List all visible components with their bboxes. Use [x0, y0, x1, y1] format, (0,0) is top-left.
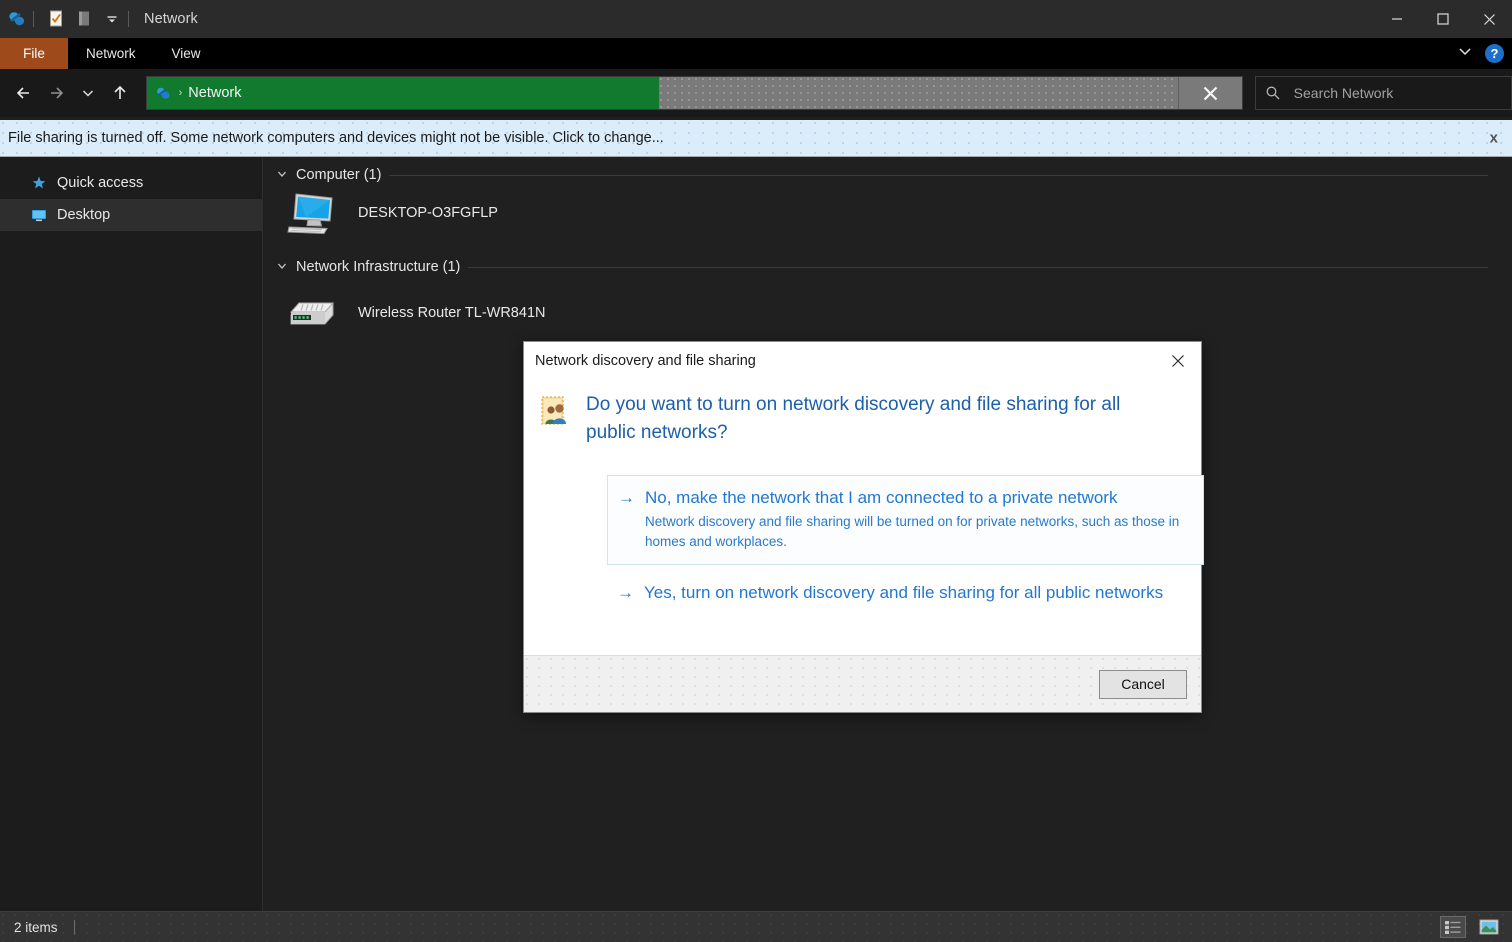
status-bar: 2 items: [0, 911, 1512, 942]
network-discovery-dialog: Network discovery and file sharing Do yo…: [523, 341, 1204, 713]
desktop-icon: [30, 206, 48, 224]
group-header-rule: [389, 174, 1488, 176]
notification-text: File sharing is turned off. Some network…: [8, 130, 664, 146]
list-item[interactable]: DESKTOP-O3FGFLP: [284, 189, 1512, 237]
search-icon: [1260, 85, 1286, 101]
breadcrumb[interactable]: Network: [188, 85, 241, 101]
details-view-icon[interactable]: [1440, 916, 1466, 938]
group-header-label: Computer (1): [296, 167, 382, 183]
sidebar-item-desktop[interactable]: Desktop: [0, 199, 262, 231]
option-description: Network discovery and file sharing will …: [645, 514, 1180, 549]
close-icon[interactable]: [1466, 0, 1512, 38]
sidebar-item-label: Quick access: [57, 175, 144, 191]
arrow-left-icon[interactable]: [8, 77, 40, 109]
item-count-label: 2 items: [14, 919, 58, 935]
window-titlebar: Network: [0, 0, 1512, 38]
group-header-computer[interactable]: Computer (1): [276, 167, 1512, 183]
option-title: No, make the network that I am connected…: [645, 488, 1118, 507]
sidebar-item-quick-access[interactable]: Quick access: [0, 167, 262, 199]
tab-view[interactable]: View: [154, 38, 219, 69]
network-icon[interactable]: [6, 8, 28, 30]
arrow-right-icon: →: [618, 488, 635, 507]
ribbon-right-controls: ?: [1457, 38, 1504, 69]
address-empty-track: [658, 77, 1178, 109]
dialog-question-row: Do you want to turn on network discovery…: [540, 391, 1185, 447]
properties-icon[interactable]: [45, 8, 67, 30]
search-placeholder: Search Network: [1293, 85, 1394, 101]
new-folder-icon[interactable]: [73, 8, 95, 30]
option-title: Yes, turn on network discovery and file …: [644, 583, 1164, 602]
list-item[interactable]: Wireless Router TL-WR841N: [284, 289, 1512, 337]
group-header-label: Network Infrastructure (1): [296, 259, 461, 275]
network-icon[interactable]: [155, 84, 173, 102]
address-toolbar: › Network Search Network: [0, 69, 1512, 117]
option-private-network[interactable]: → No, make the network that I am connect…: [607, 475, 1204, 565]
titlebar-divider-2: [128, 11, 129, 27]
navigation-pane: Quick access Desktop: [0, 157, 263, 911]
window-controls: [1374, 0, 1512, 38]
recent-locations-chevron-down-icon[interactable]: [72, 77, 104, 109]
group-header-network-infrastructure[interactable]: Network Infrastructure (1): [276, 259, 1512, 275]
sidebar-item-label: Desktop: [57, 207, 111, 223]
arrow-up-icon[interactable]: [104, 77, 136, 109]
close-icon[interactable]: [1161, 348, 1195, 374]
router-icon: [284, 289, 340, 337]
dialog-body: Do you want to turn on network discovery…: [524, 379, 1204, 655]
minimize-icon[interactable]: [1374, 0, 1420, 38]
ribbon-tabbar: File Network View ?: [0, 38, 1512, 69]
customize-chevron-icon[interactable]: [101, 8, 123, 30]
breadcrumb-separator[interactable]: ›: [179, 87, 183, 99]
cancel-button[interactable]: Cancel: [1099, 669, 1187, 699]
address-bar[interactable]: › Network: [145, 76, 1243, 110]
dialog-footer: Cancel: [524, 655, 1201, 712]
titlebar-divider: [33, 11, 34, 27]
help-button[interactable]: ?: [1485, 44, 1504, 63]
status-divider: [73, 919, 75, 935]
dialog-options: → No, make the network that I am connect…: [607, 475, 1204, 617]
option-public-network[interactable]: → Yes, turn on network discovery and fil…: [607, 565, 1204, 617]
dialog-title: Network discovery and file sharing: [535, 352, 756, 369]
tab-network[interactable]: Network: [68, 38, 154, 69]
computer-icon: [284, 189, 340, 237]
star-pin-icon: [30, 174, 48, 192]
search-input[interactable]: Search Network: [1254, 76, 1512, 110]
arrow-right-icon[interactable]: [40, 77, 72, 109]
list-item-label: DESKTOP-O3FGFLP: [358, 205, 498, 221]
arrow-right-icon: →: [617, 583, 634, 602]
chevron-down-icon[interactable]: [1457, 43, 1473, 64]
group-header-rule: [468, 266, 1488, 268]
chevron-down-icon[interactable]: [276, 168, 288, 183]
dialog-titlebar: Network discovery and file sharing: [524, 342, 1201, 379]
tab-file[interactable]: File: [0, 38, 68, 69]
file-sharing-notification-bar[interactable]: File sharing is turned off. Some network…: [0, 120, 1512, 157]
large-icons-view-icon[interactable]: [1476, 916, 1502, 938]
view-mode-buttons: [1440, 916, 1502, 938]
network-sharing-people-icon: [540, 395, 572, 427]
close-icon[interactable]: x: [1490, 130, 1498, 147]
maximize-icon[interactable]: [1420, 0, 1466, 38]
list-item-label: Wireless Router TL-WR841N: [358, 305, 546, 321]
chevron-down-icon[interactable]: [276, 260, 288, 275]
window-title: Network: [144, 11, 198, 27]
stop-icon[interactable]: [1177, 77, 1242, 109]
dialog-question-text: Do you want to turn on network discovery…: [586, 394, 1121, 443]
